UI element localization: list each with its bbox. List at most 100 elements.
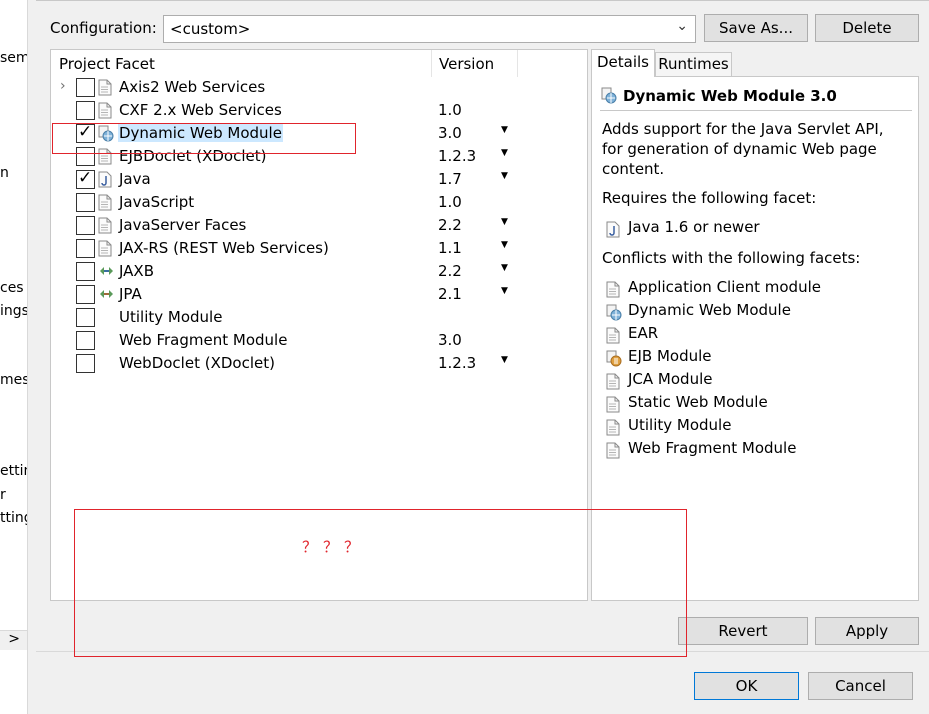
list-item-label: Dynamic Web Module (628, 301, 791, 319)
facet-label: Utility Module (119, 308, 223, 326)
list-item-label: Static Web Module (628, 393, 768, 411)
facet-version[interactable]: 1.1 (438, 239, 462, 257)
conflicts-label: Conflicts with the following facets: (602, 249, 861, 267)
table-row[interactable]: JAX-RS (REST Web Services) 1.1 ▼ (51, 238, 587, 261)
table-row[interactable]: WebDoclet (XDoclet) 1.2.3 ▼ (51, 353, 587, 376)
table-row[interactable]: JPA 2.1 ▼ (51, 284, 587, 307)
facet-version[interactable]: 3.0 (438, 331, 462, 349)
list-item-label: Application Client module (628, 278, 821, 296)
facet-label: JAX-RS (REST Web Services) (119, 239, 329, 257)
annotation-box-selected-row (52, 123, 356, 154)
facet-version[interactable]: 1.2.3 (438, 147, 476, 165)
jaxb-icon (98, 263, 114, 280)
annotation-box-empty-area (74, 509, 687, 657)
check-icon: ✓ (78, 168, 93, 188)
facet-checkbox[interactable] (76, 308, 95, 327)
left-fragment: n (0, 165, 9, 181)
table-row[interactable]: › Axis2 Web Services (51, 77, 587, 100)
save-as-button[interactable]: Save As... (704, 14, 808, 42)
facet-label: Axis2 Web Services (119, 78, 266, 96)
list-item-label: JCA Module (628, 370, 713, 388)
apply-button[interactable]: Apply (815, 617, 919, 645)
version-dropdown-icon[interactable]: ▼ (501, 263, 508, 273)
left-fragment: ces (0, 280, 24, 296)
details-divider (600, 110, 912, 111)
column-divider (517, 50, 518, 77)
facet-checkbox[interactable] (76, 262, 95, 281)
annotation-question-marks: ？？？ (302, 538, 366, 556)
left-fragment: etting (0, 463, 27, 479)
cancel-button[interactable]: Cancel (808, 672, 913, 700)
table-row[interactable]: JAXB 2.2 ▼ (51, 261, 587, 284)
facet-version[interactable]: 1.7 (438, 170, 462, 188)
version-dropdown-icon[interactable]: ▼ (501, 217, 508, 227)
facet-version[interactable]: 1.2.3 (438, 354, 476, 372)
left-fragment: mes (0, 372, 28, 388)
facet-label: Java (119, 170, 151, 188)
table-row[interactable]: JavaScript 1.0 (51, 192, 587, 215)
table-row[interactable]: Utility Module (51, 307, 587, 330)
table-row[interactable]: CXF 2.x Web Services 1.0 (51, 100, 587, 123)
chevron-down-icon[interactable]: ⌄ (676, 18, 688, 34)
left-fragment: tting (0, 510, 27, 526)
ok-button[interactable]: OK (694, 672, 799, 700)
page-icon (98, 102, 114, 119)
column-header-facet[interactable]: Project Facet (59, 55, 155, 73)
top-divider (36, 0, 929, 4)
facet-version[interactable]: 3.0 (438, 124, 462, 142)
facet-checkbox[interactable] (76, 354, 95, 373)
facet-checkbox[interactable] (76, 216, 95, 235)
version-dropdown-icon[interactable]: ▼ (501, 286, 508, 296)
facet-version[interactable]: 1.0 (438, 101, 462, 119)
facet-label: JPA (119, 285, 142, 303)
facet-checkbox[interactable] (76, 331, 95, 350)
table-row[interactable]: Web Fragment Module 3.0 (51, 330, 587, 353)
jpa-icon (98, 286, 114, 303)
revert-button[interactable]: Revert (678, 617, 808, 645)
facet-label: JavaServer Faces (119, 216, 247, 234)
chevron-right-icon[interactable]: › (60, 78, 66, 94)
column-divider (431, 50, 432, 77)
facet-label: JAXB (119, 262, 154, 280)
details-description: Adds support for the Java Servlet API, f… (602, 120, 884, 178)
version-dropdown-icon[interactable]: ▼ (501, 355, 508, 365)
delete-button[interactable]: Delete (815, 14, 919, 42)
configuration-value: <custom> (170, 20, 251, 38)
facet-checkbox[interactable] (76, 239, 95, 258)
configuration-label: Configuration: (50, 19, 157, 37)
tab-runtimes[interactable]: Runtimes (655, 52, 732, 76)
facet-checkbox[interactable] (76, 78, 95, 97)
version-dropdown-icon[interactable]: ▼ (501, 125, 508, 135)
page-icon (98, 240, 114, 257)
tab-details[interactable]: Details (591, 49, 655, 77)
version-dropdown-icon[interactable]: ▼ (501, 148, 508, 158)
column-header-version[interactable]: Version (439, 55, 494, 73)
table-row[interactable]: ✓ Java 1.7 ▼ (51, 168, 587, 192)
list-item-label: EAR (628, 324, 659, 342)
list-item-label: Utility Module (628, 416, 732, 434)
facet-checkbox[interactable] (76, 101, 95, 120)
list-item-label: Web Fragment Module (628, 439, 797, 457)
facet-version[interactable]: 2.1 (438, 285, 462, 303)
facet-label: JavaScript (119, 193, 195, 211)
page-icon (98, 79, 114, 96)
left-fragment: r (0, 487, 6, 503)
page-icon (98, 217, 114, 234)
facet-version[interactable]: 2.2 (438, 216, 462, 234)
configuration-select[interactable]: <custom> ⌄ (163, 15, 696, 43)
table-row[interactable]: JavaServer Faces 2.2 ▼ (51, 215, 587, 238)
facet-checkbox[interactable] (76, 193, 95, 212)
facet-checkbox[interactable] (76, 285, 95, 304)
facet-label: Web Fragment Module (119, 331, 288, 349)
web-module-icon (601, 87, 617, 104)
left-horizontal-scrollbar[interactable]: > (0, 630, 27, 650)
facet-checkbox[interactable]: ✓ (76, 168, 95, 189)
version-dropdown-icon[interactable]: ▼ (501, 171, 508, 181)
table-header: Project Facet Version (51, 50, 587, 77)
version-dropdown-icon[interactable]: ▼ (501, 240, 508, 250)
facet-version[interactable]: 1.0 (438, 193, 462, 211)
scroll-right-icon[interactable]: > (8, 631, 20, 647)
left-fragment: ings (0, 303, 28, 319)
facet-label: WebDoclet (XDoclet) (119, 354, 275, 372)
facet-version[interactable]: 2.2 (438, 262, 462, 280)
